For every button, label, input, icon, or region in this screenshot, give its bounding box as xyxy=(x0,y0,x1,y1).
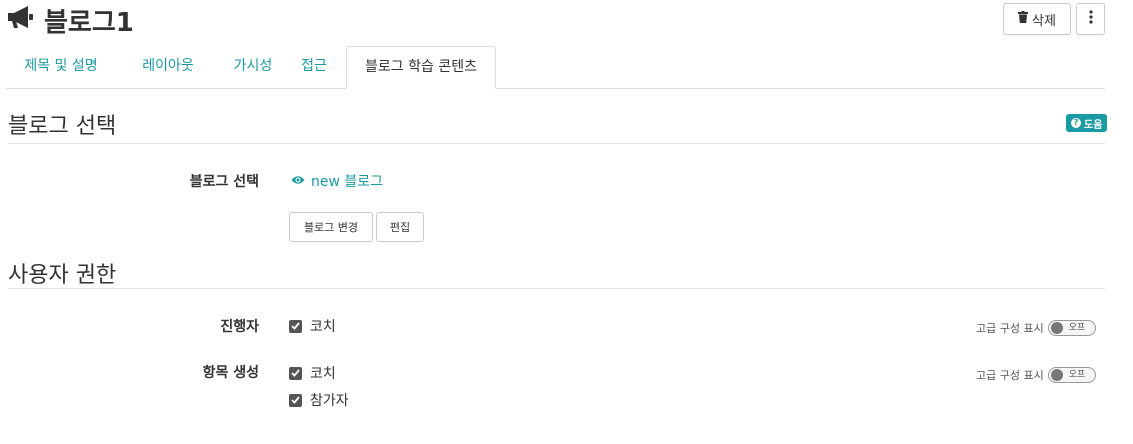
blog-section-title: 블로그 선택 xyxy=(8,114,117,139)
tab-visibility[interactable]: 가시성 xyxy=(218,46,288,88)
toggle-label: 오프 xyxy=(1068,323,1086,333)
toggle-knob xyxy=(1050,322,1063,334)
page-title-row: 블로그1 xyxy=(6,2,134,38)
help-label: 도움 xyxy=(1084,119,1103,131)
divider xyxy=(8,288,1105,289)
blog-select-label: 블로그 선택 xyxy=(189,174,259,190)
tab-title-description[interactable]: 제목 및 설명 xyxy=(10,46,112,88)
moderator-coach-checkbox[interactable]: 코치 xyxy=(289,316,336,336)
question-icon: ? xyxy=(1071,118,1081,128)
tab-bar: 제목 및 설명 레이아웃 가시성 접근 블로그 학습 콘텐츠 xyxy=(6,46,1105,89)
advanced-config-toggle[interactable]: 오프 xyxy=(1047,367,1096,383)
selected-blog-link[interactable]: new 블로그 xyxy=(291,171,383,191)
create-entry-participant-checkbox[interactable]: 참가자 xyxy=(289,390,349,410)
toggle-label: 오프 xyxy=(1068,370,1086,380)
advanced-config-toggle-row[interactable]: 고급 구성 표시 오프 xyxy=(976,367,1096,383)
edit-button[interactable]: 편집 xyxy=(376,212,424,242)
checkbox-label: 코치 xyxy=(310,319,336,335)
tab-layout[interactable]: 레이아웃 xyxy=(122,46,214,88)
delete-label: 삭제 xyxy=(1032,13,1056,29)
toggle-knob xyxy=(1050,369,1063,381)
more-options-button[interactable] xyxy=(1076,3,1105,35)
advanced-config-toggle[interactable]: 오프 xyxy=(1047,320,1096,336)
checkbox-label: 참가자 xyxy=(310,393,349,409)
checkmark-icon xyxy=(289,319,302,333)
tab-access[interactable]: 접근 xyxy=(290,46,338,88)
trash-icon xyxy=(1018,11,1029,27)
eye-icon xyxy=(291,173,305,189)
moderator-label: 진행자 xyxy=(220,319,259,335)
megaphone-icon xyxy=(6,4,36,37)
checkmark-icon xyxy=(289,393,302,407)
advanced-config-label: 고급 구성 표시 xyxy=(976,369,1044,382)
create-entry-coach-checkbox[interactable]: 코치 xyxy=(289,363,336,383)
help-button[interactable]: ? 도움 xyxy=(1066,114,1108,132)
permissions-section-title: 사용자 권한 xyxy=(8,263,117,288)
divider xyxy=(8,143,1105,144)
tab-blog-learning-content[interactable]: 블로그 학습 콘텐츠 xyxy=(346,46,496,89)
create-entry-label: 항목 생성 xyxy=(202,365,259,381)
page-title: 블로그1 xyxy=(44,7,134,38)
change-blog-button[interactable]: 블로그 변경 xyxy=(289,212,373,242)
checkbox-label: 코치 xyxy=(310,366,336,382)
checkmark-icon xyxy=(289,366,302,380)
advanced-config-toggle-row[interactable]: 고급 구성 표시 오프 xyxy=(976,320,1096,336)
advanced-config-label: 고급 구성 표시 xyxy=(976,322,1044,335)
selected-blog-name: new 블로그 xyxy=(311,174,384,190)
delete-button[interactable]: 삭제 xyxy=(1003,3,1071,35)
vertical-ellipsis-icon xyxy=(1088,10,1093,28)
